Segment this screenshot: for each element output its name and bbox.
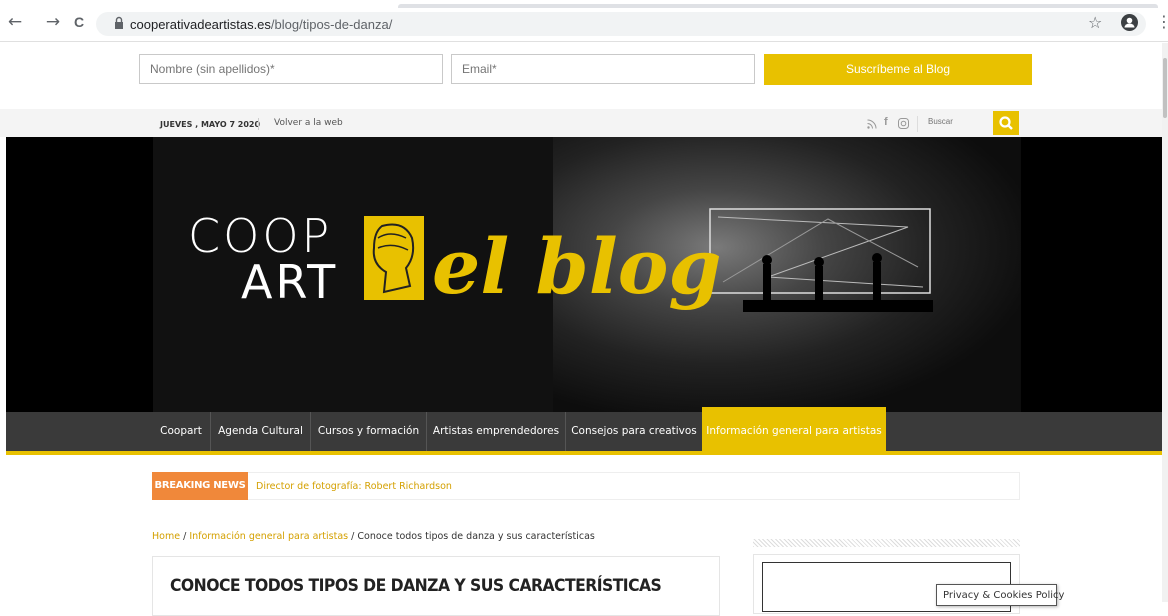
breaking-news-label: BREAKING NEWS <box>152 472 248 500</box>
portrait-icon <box>372 223 415 294</box>
forward-icon[interactable]: → <box>44 13 62 31</box>
scrollbar[interactable] <box>1162 43 1168 602</box>
back-to-web-link[interactable]: Volver a la web <box>274 118 343 128</box>
sidebar-divider <box>753 539 1020 547</box>
name-input[interactable] <box>139 54 443 84</box>
breadcrumb-separator: / <box>351 531 355 542</box>
divider <box>917 116 918 132</box>
el-blog-tagline: el blog <box>432 222 722 311</box>
browser-menu-icon[interactable]: ⋮ <box>1156 12 1168 31</box>
logo-coop-text: COOP <box>188 209 333 263</box>
breadcrumb-category[interactable]: Información general para artistas <box>189 531 348 542</box>
lock-icon <box>115 16 123 29</box>
rss-icon[interactable] <box>867 119 877 129</box>
privacy-cookies-policy-button[interactable]: Privacy & Cookies Policy <box>936 584 1064 606</box>
tab-strip <box>0 0 1168 8</box>
nav-item-agenda-cultural[interactable]: Agenda Cultural <box>211 412 310 451</box>
breadcrumb-home[interactable]: Home <box>152 531 180 542</box>
account-icon[interactable] <box>1121 14 1138 31</box>
url-text: cooperativadeartistas.es/blog/tipos-de-d… <box>130 17 392 32</box>
nav-underline <box>6 451 1166 455</box>
nav-item-artistas-emprendedores[interactable]: Artistas emprendedores <box>427 412 565 451</box>
breadcrumb-separator: / <box>183 531 187 542</box>
nav-item-cursos[interactable]: Cursos y formación <box>311 412 426 451</box>
email-input[interactable] <box>451 54 755 84</box>
divider <box>258 118 259 130</box>
facebook-icon[interactable]: f <box>884 116 888 128</box>
browser-toolbar: ← → C cooperativadeartistas.es/blog/tipo… <box>0 0 1168 42</box>
subscribe-button[interactable]: Suscríbeme al Blog <box>764 54 1032 85</box>
bookmark-star-icon[interactable]: ☆ <box>1088 13 1102 32</box>
search-input[interactable] <box>928 117 983 126</box>
logo-art-text: ART <box>241 255 339 309</box>
url-domain: cooperativadeartistas.es <box>130 17 271 32</box>
performers-silhouette <box>743 253 933 312</box>
logo-emblem <box>364 216 424 300</box>
nav-item-coopart[interactable]: Coopart <box>152 412 210 451</box>
scrollbar-thumb[interactable] <box>1163 58 1167 118</box>
reload-icon[interactable]: C <box>70 13 88 31</box>
nav-item-informacion-general[interactable]: Información general para artistas <box>702 412 886 451</box>
search-button[interactable] <box>989 111 1019 135</box>
search-icon <box>989 116 1013 130</box>
current-date: JUEVES , MAYO 7 2020 <box>160 120 261 129</box>
instagram-icon[interactable] <box>898 118 909 129</box>
back-icon[interactable]: ← <box>6 13 24 31</box>
url-path: /blog/tipos-de-danza/ <box>270 17 393 32</box>
breadcrumb: Home / Información general para artistas… <box>152 531 595 542</box>
nav-item-consejos[interactable]: Consejos para creativos <box>566 412 702 451</box>
article-title: CONOCE TODOS TIPOS DE DANZA Y SUS CARACT… <box>170 576 662 596</box>
breaking-news-headline[interactable]: Director de fotografía: Robert Richardso… <box>256 481 452 492</box>
breadcrumb-current: Conoce todos tipos de danza y sus caract… <box>357 531 595 542</box>
